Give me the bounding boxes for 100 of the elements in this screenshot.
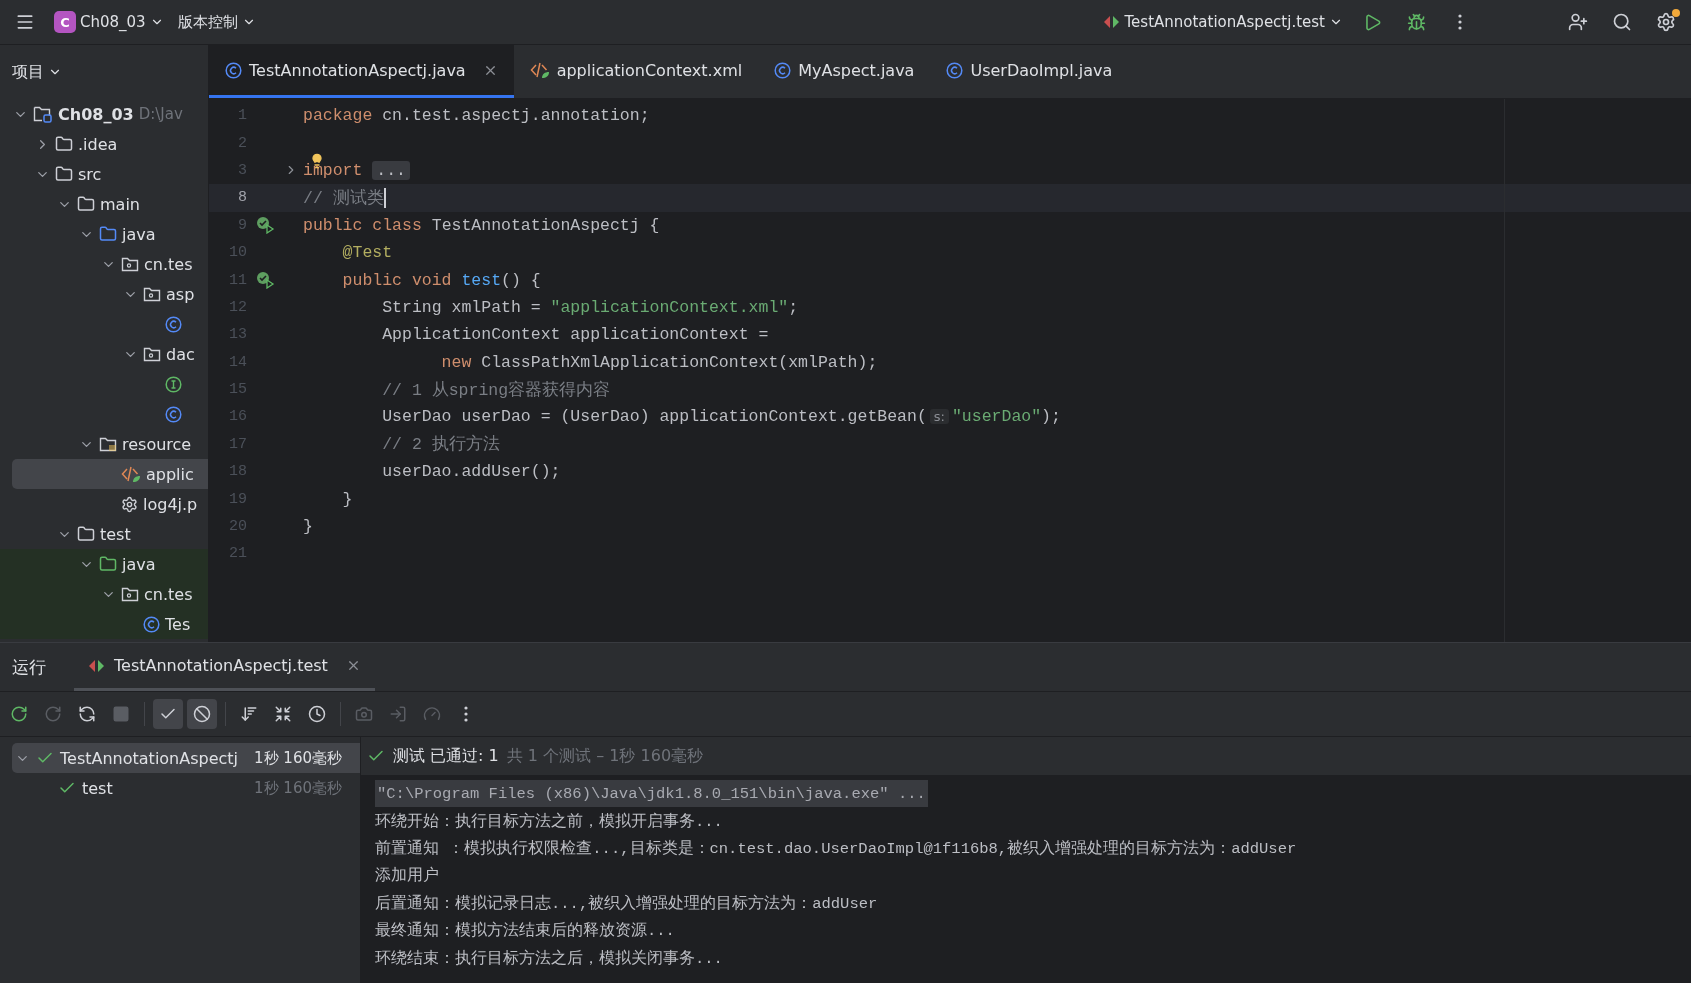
class-icon xyxy=(165,315,182,333)
folder-icon xyxy=(77,525,95,543)
tree-item-label: asp xyxy=(166,284,195,304)
code-line: package cn.test.aspectj.annotation; xyxy=(303,106,650,126)
project-switcher[interactable]: C Ch08_03 xyxy=(54,11,164,33)
settings-file-icon xyxy=(121,495,138,513)
code-line: // 2 执行方法 xyxy=(381,434,500,456)
run-tab[interactable]: TestAnnotationAspectj.test xyxy=(74,643,375,691)
code-line: public class TestAnnotationAspectj { xyxy=(303,215,660,235)
xml-file-icon xyxy=(529,61,550,79)
code-line: import ... xyxy=(303,160,411,180)
folder-icon xyxy=(55,135,73,153)
interface-icon xyxy=(165,375,182,393)
module-folder-icon xyxy=(33,105,53,123)
tree-item-label: resource xyxy=(122,434,192,454)
code-line: new ClassPathXmlApplicationContext(xmlPath); xyxy=(440,352,878,372)
ban-icon xyxy=(193,705,211,723)
class-icon xyxy=(165,405,182,423)
vcs-label: 版本控制 xyxy=(177,12,238,32)
package-icon xyxy=(143,286,161,302)
tree-item-label: applic xyxy=(146,464,194,484)
code-line: } xyxy=(341,489,353,509)
toolbar-button[interactable] xyxy=(187,699,217,729)
code-line: // 1 从spring容器获得内容 xyxy=(381,379,611,401)
sort-icon xyxy=(240,705,258,723)
code-line: // 测试类 xyxy=(303,186,386,209)
test-duration: 1秒 160毫秒 xyxy=(254,748,342,768)
tree-item[interactable]: log4j.p xyxy=(0,489,208,519)
gauge-icon xyxy=(423,705,441,723)
collapse-icon xyxy=(274,705,292,723)
bug-icon xyxy=(1406,12,1426,32)
test-summary: 共 1 个测试 – 1秒 160毫秒 xyxy=(506,745,704,767)
package-icon xyxy=(121,256,139,272)
tree-item-label: test xyxy=(100,524,131,544)
tree-item[interactable]: .idea xyxy=(0,129,208,159)
test-name: TestAnnotationAspectj xyxy=(60,748,239,768)
folder-icon xyxy=(99,555,117,573)
run-config-selector[interactable]: TestAnnotationAspectj.test xyxy=(1102,13,1343,31)
tree-item[interactable]: java xyxy=(0,219,208,249)
run-panel-title: 运行 xyxy=(12,655,46,679)
test-config-icon xyxy=(88,658,106,673)
code-line: String xmlPath = "applicationContext.xml"; xyxy=(381,297,799,317)
project-panel-header[interactable]: 项目 xyxy=(0,45,208,99)
package-icon xyxy=(143,346,161,362)
rerun-icon xyxy=(10,705,28,723)
test-tree-item[interactable]: test 1秒 160毫秒 xyxy=(12,773,360,803)
code-line: public void test() { xyxy=(341,270,541,290)
code-line: } xyxy=(303,517,313,537)
code-line: @Test xyxy=(341,243,393,263)
tree-item-label: java xyxy=(122,554,156,574)
tree-item[interactable]: Tes xyxy=(0,609,208,639)
tree-item-label: dac xyxy=(166,344,195,364)
run-config-name: TestAnnotationAspectj.test xyxy=(1124,13,1325,31)
rerun-icon xyxy=(44,705,62,723)
tree-item[interactable]: cn.tes xyxy=(0,579,208,609)
tree-item[interactable]: test xyxy=(0,519,208,549)
folder-icon xyxy=(55,165,73,183)
search-icon xyxy=(1612,12,1632,32)
code-line: userDao.addUser(); xyxy=(381,462,561,482)
clock-icon xyxy=(308,705,326,723)
editor-tab[interactable]: MyAspect.java xyxy=(758,45,931,98)
tree-item-label: Ch08_03 xyxy=(58,104,134,124)
panel-title: 项目 xyxy=(12,61,44,83)
test-config-icon xyxy=(1102,15,1121,29)
console-line: 环绕结束：执行目标方法之后，模拟关闭事务... xyxy=(375,948,723,970)
editor-tab[interactable]: UserDaoImpl.java xyxy=(930,45,1129,98)
tree-item[interactable]: Ch08_03 D:\Jav xyxy=(0,99,208,129)
tree-item[interactable]: resource xyxy=(0,429,208,459)
test-name: test xyxy=(82,778,113,798)
console-line: 添加用户 xyxy=(375,865,439,888)
package-icon xyxy=(121,586,139,602)
tree-item[interactable]: dac xyxy=(0,339,208,369)
tree-item-label: cn.tes xyxy=(144,584,193,604)
console-line: 前置通知 ：模拟执行权限检查...,目标类是：cn.test.dao.UserDaoImpl@1f116b8,被织入增强处理的目标方法为：addUser xyxy=(375,838,1297,860)
tree-item-label: main xyxy=(100,194,140,214)
more-icon xyxy=(1458,14,1462,30)
test-passed-run-icon[interactable] xyxy=(256,216,276,235)
path-hint: D:\Jav xyxy=(138,105,183,123)
xml-file-icon xyxy=(121,465,141,483)
vcs-menu[interactable]: 版本控制 xyxy=(177,12,256,32)
tree-item[interactable]: cn.tes xyxy=(0,249,208,279)
class-icon xyxy=(946,61,964,79)
toolbar-button[interactable] xyxy=(153,699,183,729)
console-line: 后置通知：模拟记录日志...,被织入增强处理的目标方法为：addUser xyxy=(375,893,878,915)
test-passed-run-icon[interactable] xyxy=(256,271,276,290)
tree-item[interactable]: src xyxy=(0,159,208,189)
tree-item-label: Tes xyxy=(165,614,191,634)
code-line: UserDao userDao = (UserDao) applicationContext.getBean( s: "userDao"); xyxy=(381,407,1061,427)
tree-item[interactable]: asp xyxy=(0,279,208,309)
console-line: 环绕开始：执行目标方法之前，模拟开启事务... xyxy=(375,811,723,833)
folder-icon xyxy=(77,195,95,213)
tree-item[interactable]: applic xyxy=(12,459,208,489)
tree-item-label: java xyxy=(122,224,156,244)
tree-item[interactable]: main xyxy=(0,189,208,219)
class-icon xyxy=(225,61,242,79)
editor-tab[interactable]: TestAnnotationAspectj.java xyxy=(209,45,514,98)
tree-item[interactable]: java xyxy=(0,549,208,579)
editor-tab[interactable]: applicationContext.xml xyxy=(513,45,759,98)
test-tree-item[interactable]: TestAnnotationAspectj 1秒 160毫秒 xyxy=(12,743,360,773)
import-icon xyxy=(389,705,407,723)
